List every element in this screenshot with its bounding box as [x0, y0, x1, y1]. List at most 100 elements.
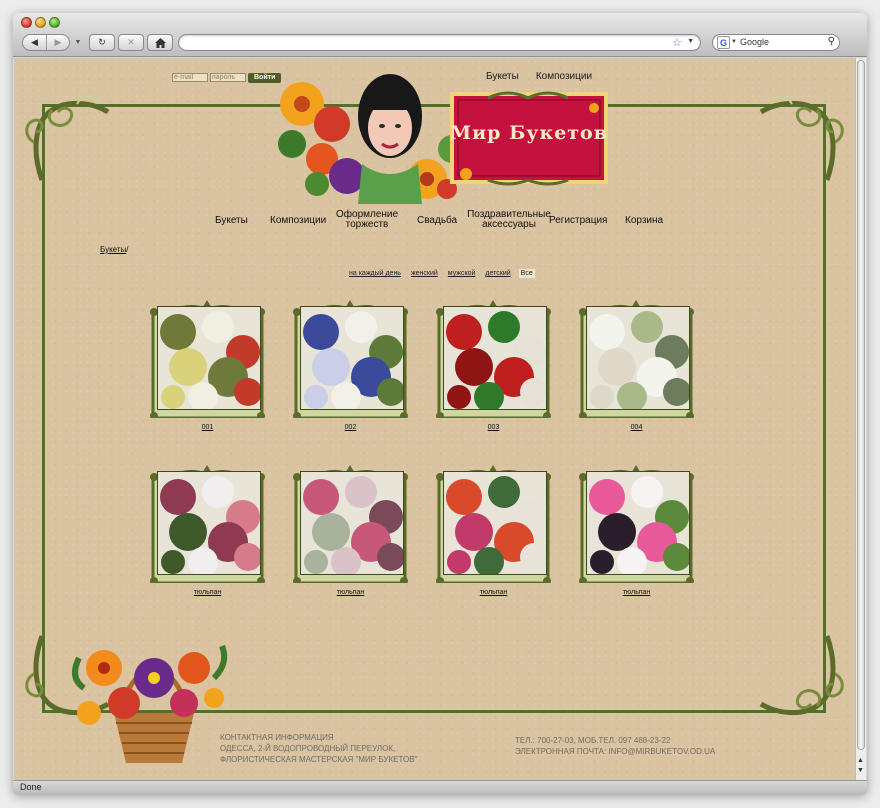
- filter-kids[interactable]: детский: [483, 269, 512, 278]
- email-field[interactable]: e-mail: [172, 73, 208, 82]
- product-photo[interactable]: [443, 306, 547, 410]
- bouquet-image: [444, 307, 546, 409]
- google-engine-icon[interactable]: G: [717, 36, 730, 49]
- site-logo[interactable]: Мир Букетов: [448, 88, 610, 188]
- search-bar[interactable]: G ▼ Google ⚲: [712, 34, 840, 51]
- product-card[interactable]: тюльпан: [293, 457, 408, 597]
- product-photo[interactable]: [157, 306, 261, 410]
- footer-workshop: ФЛОРИСТИЧЕСКАЯ МАСТЕРСКАЯ "МИР БУКЕТОВ": [220, 755, 418, 764]
- product-photo[interactable]: [300, 471, 404, 575]
- breadcrumb-link[interactable]: Букеты: [100, 245, 126, 254]
- product-card[interactable]: тюльпан: [436, 457, 551, 597]
- back-forward-group: ◀ ▶: [22, 34, 70, 51]
- top-link-compositions[interactable]: Композиции: [536, 71, 592, 82]
- product-caption[interactable]: тюльпан: [150, 589, 265, 596]
- browser-window: ◀ ▶ ▼ ↻ ✕ ☆ ▼ G ▼ Google ⚲ e-mail пароль…: [13, 13, 867, 794]
- footer-email: ЭЛЕКТРОННАЯ ПОЧТА: INFO@MIRBUKETOV.OD.UA: [515, 747, 716, 756]
- status-bar: Done: [13, 780, 867, 794]
- status-text: Done: [20, 782, 42, 792]
- reload-icon: ↻: [98, 37, 106, 47]
- flower-basket-image: [72, 644, 228, 763]
- bouquet-image: [158, 307, 260, 409]
- product-card[interactable]: тюльпан: [150, 457, 265, 597]
- history-dropdown-button[interactable]: ▼: [72, 34, 84, 51]
- product-photo[interactable]: [586, 471, 690, 575]
- nav-item-registration[interactable]: Регистрация: [549, 216, 607, 226]
- product-caption[interactable]: 003: [436, 424, 551, 431]
- engine-dropdown-icon[interactable]: ▼: [731, 39, 737, 45]
- back-arrow-icon: ◀: [31, 37, 38, 47]
- product-caption[interactable]: тюльпан: [293, 589, 408, 596]
- bouquet-image: [587, 472, 689, 574]
- chevron-down-icon: ▼: [74, 39, 82, 46]
- filter-men[interactable]: мужской: [446, 269, 478, 278]
- top-links: Букеты Композиции: [486, 71, 592, 82]
- home-button[interactable]: [147, 34, 173, 51]
- product-card[interactable]: 004: [579, 292, 694, 432]
- scroll-down-icon[interactable]: ▼: [857, 767, 864, 774]
- product-photo[interactable]: [443, 471, 547, 575]
- reload-button[interactable]: ↻: [89, 34, 115, 51]
- bouquet-image: [158, 472, 260, 574]
- search-icon[interactable]: ⚲: [828, 36, 835, 47]
- footer-address: ОДЕССА, 2-Й ВОДОПРОВОДНЫЙ ПЕРЕУЛОК,: [220, 744, 396, 753]
- browser-toolbar: ◀ ▶ ▼ ↻ ✕ ☆ ▼ G ▼ Google ⚲: [13, 13, 867, 57]
- nav-item-bouquets[interactable]: Букеты: [215, 216, 248, 226]
- minimize-window-button[interactable]: [35, 17, 46, 28]
- search-placeholder: Google: [740, 37, 770, 47]
- filter-women[interactable]: женский: [409, 269, 440, 278]
- product-caption[interactable]: тюльпан: [436, 589, 551, 596]
- nav-item-compositions[interactable]: Композиции: [270, 216, 326, 226]
- product-caption[interactable]: 004: [579, 424, 694, 431]
- bookmark-star-icon[interactable]: ☆: [672, 36, 682, 49]
- back-button[interactable]: ◀: [23, 35, 46, 50]
- scrollbar-thumb[interactable]: [857, 60, 865, 750]
- product-caption[interactable]: 001: [150, 424, 265, 431]
- top-link-bouquets[interactable]: Букеты: [486, 71, 519, 82]
- bouquet-image: [301, 307, 403, 409]
- forward-button[interactable]: ▶: [45, 35, 69, 50]
- product-photo[interactable]: [300, 306, 404, 410]
- url-dropdown-icon[interactable]: ▼: [687, 38, 694, 45]
- filter-all[interactable]: Все: [518, 269, 535, 278]
- product-photo[interactable]: [157, 471, 261, 575]
- nav-item-wedding[interactable]: Свадьба: [417, 216, 457, 226]
- footer-contact-heading: КОНТАКТНАЯ ИНФОРМАЦИЯ: [220, 733, 334, 742]
- footer-phones: ТЕЛ.: 700-27-03, МОБ.ТЕЛ. 097 488-23-22 …: [515, 735, 715, 757]
- nav-item-accessories[interactable]: Поздравительные аксессуары: [466, 210, 552, 230]
- category-filters: на каждый день женский мужской детский В…: [347, 269, 535, 278]
- page-viewport: e-mail пароль Войти Букеты Композиции Ми…: [14, 58, 855, 780]
- product-caption[interactable]: 002: [293, 424, 408, 431]
- breadcrumb: Букеты/: [100, 245, 129, 254]
- password-field[interactable]: пароль: [210, 73, 246, 82]
- corner-ornament-icon: [759, 95, 844, 181]
- product-card[interactable]: 001: [150, 292, 265, 432]
- breadcrumb-separator: /: [126, 245, 129, 254]
- corner-ornament-icon: [25, 95, 110, 181]
- footer-contacts: КОНТАКТНАЯ ИНФОРМАЦИЯ ОДЕССА, 2-Й ВОДОПР…: [220, 732, 417, 765]
- bouquet-image: [444, 472, 546, 574]
- product-card[interactable]: 002: [293, 292, 408, 432]
- product-card[interactable]: 003: [436, 292, 551, 432]
- logo-text: Мир Букетов: [450, 122, 608, 144]
- bouquet-image: [301, 472, 403, 574]
- bouquet-image: [587, 307, 689, 409]
- maximize-window-button[interactable]: [49, 17, 60, 28]
- stop-icon: ✕: [127, 37, 135, 47]
- close-window-button[interactable]: [21, 17, 32, 28]
- header-flowers-portrait-image: [278, 74, 466, 204]
- scroll-up-icon[interactable]: ▲: [857, 757, 864, 764]
- filter-everyday[interactable]: на каждый день: [347, 269, 403, 278]
- stop-button[interactable]: ✕: [118, 34, 144, 51]
- home-icon: [154, 37, 166, 48]
- nav-item-celebrations[interactable]: Оформление торжеств: [336, 210, 398, 230]
- vertical-scrollbar[interactable]: ▲ ▼: [855, 58, 866, 780]
- nav-item-cart[interactable]: Корзина: [625, 216, 663, 226]
- product-caption[interactable]: тюльпан: [579, 589, 694, 596]
- corner-ornament-icon: [759, 635, 844, 715]
- forward-arrow-icon: ▶: [54, 37, 62, 47]
- address-bar[interactable]: ☆ ▼: [178, 34, 701, 51]
- product-card[interactable]: тюльпан: [579, 457, 694, 597]
- product-photo[interactable]: [586, 306, 690, 410]
- footer-phone: ТЕЛ.: 700-27-03, МОБ.ТЕЛ. 097 488-23-22: [515, 736, 671, 745]
